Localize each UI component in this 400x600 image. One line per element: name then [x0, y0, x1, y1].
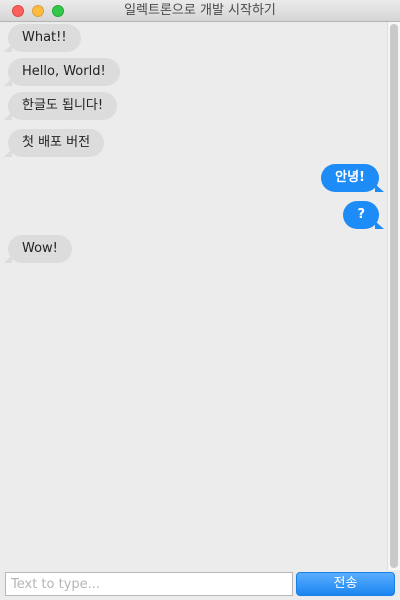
bubble-tail	[4, 44, 12, 52]
chat-messages-area: What!! Hello, World! 한글도 됩니다! 첫 배포 버전 안녕…	[0, 22, 386, 568]
message-row: 한글도 됩니다!	[4, 92, 118, 120]
received-message-bubble: 첫 배포 버전	[4, 129, 105, 157]
message-row: What!!	[4, 24, 81, 52]
message-text: 첫 배포 버전	[22, 135, 91, 150]
message-row: 안녕!	[321, 164, 384, 192]
message-text: ?	[357, 207, 365, 222]
message-input[interactable]	[5, 572, 293, 596]
bubble-tail	[4, 78, 12, 86]
message-text: What!!	[22, 30, 67, 45]
bubble-tail	[4, 149, 12, 157]
received-message-bubble: What!!	[4, 24, 81, 52]
message-composer: 전송	[0, 570, 400, 600]
message-row: ?	[343, 201, 384, 229]
received-message-bubble: 한글도 됩니다!	[4, 92, 118, 120]
bubble-tail	[375, 221, 384, 229]
message-text: Wow!	[22, 241, 58, 256]
message-text: 안녕!	[335, 170, 365, 185]
chat-scrollbar[interactable]	[387, 22, 400, 571]
bubble-tail	[4, 112, 12, 120]
message-row: 첫 배포 버전	[4, 129, 105, 157]
scrollbar-thumb[interactable]	[390, 24, 398, 568]
message-text: Hello, World!	[22, 64, 106, 79]
send-button[interactable]: 전송	[296, 572, 395, 596]
sent-message-bubble: 안녕!	[321, 164, 384, 192]
sent-message-bubble: ?	[343, 201, 384, 229]
bubble-tail	[4, 255, 12, 263]
window-title: 일렉트론으로 개발 시작하기	[124, 3, 276, 18]
message-row: Wow!	[4, 235, 72, 263]
bubble-tail	[375, 184, 384, 192]
app-window: 일렉트론으로 개발 시작하기 What!! Hello, World! 한글도 …	[0, 0, 400, 600]
title-bar[interactable]: 일렉트론으로 개발 시작하기	[0, 0, 400, 22]
received-message-bubble: Wow!	[4, 235, 72, 263]
message-text: 한글도 됩니다!	[22, 98, 104, 113]
received-message-bubble: Hello, World!	[4, 58, 120, 86]
message-row: Hello, World!	[4, 58, 120, 86]
